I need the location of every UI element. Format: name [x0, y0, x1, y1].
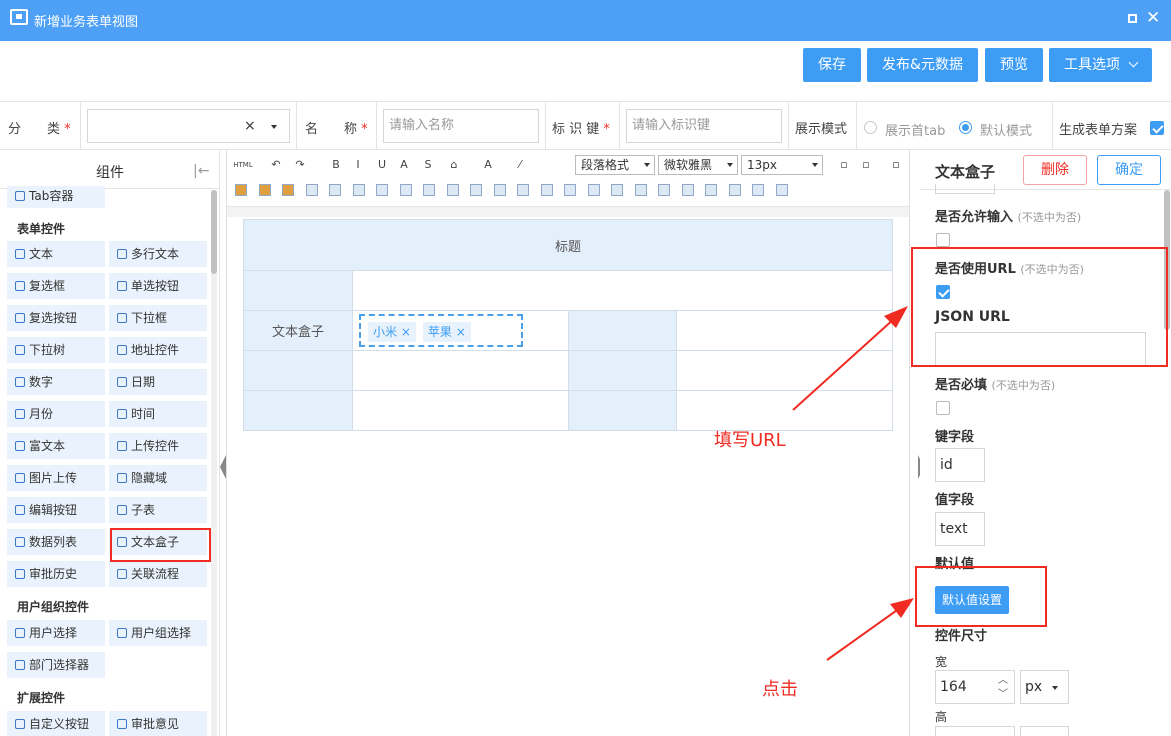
arrow-click-head [890, 598, 914, 618]
arrow-click-line [826, 607, 901, 661]
arrow-url-line [792, 317, 896, 411]
annotation-arrows [792, 306, 914, 661]
